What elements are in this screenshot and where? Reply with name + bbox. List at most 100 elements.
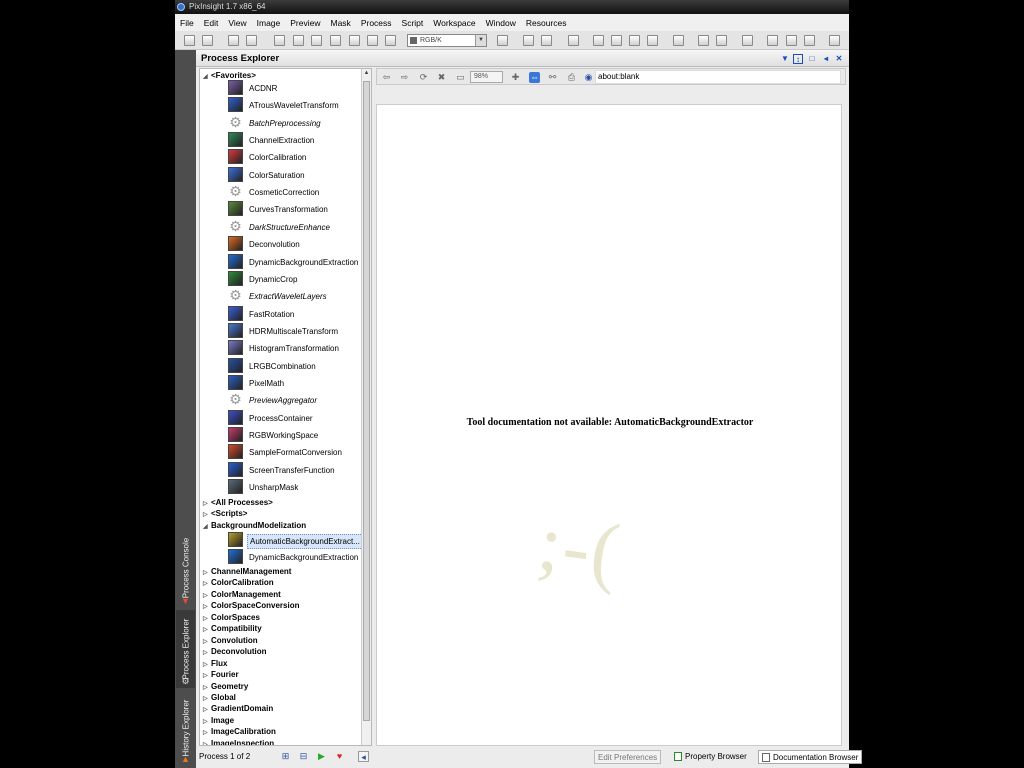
favorite-heart-icon[interactable]: ♥ xyxy=(334,751,345,762)
chevron-down-icon[interactable]: ▼ xyxy=(780,54,790,64)
tile-icon[interactable] xyxy=(629,35,640,46)
scroll-up-icon[interactable]: ▲ xyxy=(363,70,370,79)
tree-item-label: BatchPreprocessing xyxy=(249,118,321,128)
settings-toolbar-icon[interactable] xyxy=(829,35,840,46)
pin-icon[interactable]: ↕ xyxy=(793,54,803,64)
lightness-icon[interactable] xyxy=(593,35,604,46)
menu-mask[interactable]: Mask xyxy=(331,18,351,28)
menu-window[interactable]: Window xyxy=(486,18,516,28)
menu-workspace[interactable]: Workspace xyxy=(433,18,475,28)
tree-item-label: ScreenTransferFunction xyxy=(249,465,335,475)
tab-history-explorer[interactable]: History Explorer ▲ xyxy=(176,690,195,766)
tree-node-backgroundmodelization[interactable]: ◢ BackgroundModelization xyxy=(203,519,306,532)
category-label: ColorCalibration xyxy=(211,578,274,588)
zoom-out-icon[interactable]: ▭ xyxy=(455,72,466,83)
menu-view[interactable]: View xyxy=(228,18,246,28)
redo-icon[interactable] xyxy=(202,35,213,46)
category-label: ImageCalibration xyxy=(211,727,276,737)
gear-icon: ⚙ xyxy=(181,676,190,686)
expand-all-icon[interactable]: ⊞ xyxy=(280,751,291,762)
category-label: Fourier xyxy=(211,670,239,680)
undo-icon[interactable] xyxy=(184,35,195,46)
close-icon[interactable]: ✕ xyxy=(834,54,844,64)
zoom-spinbox[interactable]: 98% xyxy=(470,71,503,83)
panel-header: Process Explorer ▼ ↕ □ ◂ ✕ xyxy=(196,50,849,67)
readout-icon[interactable] xyxy=(349,35,360,46)
wavelet-icon xyxy=(228,97,243,113)
crop-icon xyxy=(228,270,243,286)
edit-preferences-button[interactable]: Edit Preferences xyxy=(594,750,662,764)
sync-icon[interactable]: ⇔ xyxy=(529,72,540,83)
menu-process[interactable]: Process xyxy=(361,18,392,28)
tree-item-label: CurvesTransformation xyxy=(249,205,328,215)
integer-resample-icon[interactable] xyxy=(804,35,815,46)
menu-resources[interactable]: Resources xyxy=(526,18,567,28)
reload-icon[interactable]: ⟳ xyxy=(418,72,429,83)
category-label: ColorManagement xyxy=(211,589,281,599)
category-label: GradientDomain xyxy=(211,704,274,714)
new-image-icon[interactable] xyxy=(228,35,239,46)
color-swatch-icon xyxy=(410,37,417,44)
link-icon[interactable]: ⚯ xyxy=(547,72,558,83)
green-channel-icon[interactable] xyxy=(541,35,552,46)
tree-scrollbar[interactable]: ▲ xyxy=(361,69,371,745)
stop-icon[interactable]: ✖ xyxy=(436,72,447,83)
scroll-thumb[interactable] xyxy=(363,81,370,721)
menu-preview[interactable]: Preview xyxy=(290,18,320,28)
histogram-icon xyxy=(228,340,243,356)
tree-item-label: PixelMath xyxy=(249,378,285,388)
dbe-icon xyxy=(228,549,243,564)
category-label: ImageInspection xyxy=(211,738,275,746)
unsharp-mask-icon xyxy=(228,479,243,495)
red-channel-icon[interactable] xyxy=(523,35,534,46)
tree-item-label: RGBWorkingSpace xyxy=(249,431,319,440)
zoom-out-icon[interactable] xyxy=(311,35,322,46)
forward-icon[interactable]: ⇨ xyxy=(399,72,410,83)
duplicate-icon[interactable] xyxy=(246,35,257,46)
documentation-message: Tool documentation not available: Automa… xyxy=(466,417,754,428)
documentation-browser-tab[interactable]: Documentation Browser xyxy=(758,750,863,764)
tree-item-label: FastRotation xyxy=(249,309,295,319)
stf-toolbar-icon[interactable] xyxy=(385,35,396,46)
flip-icon[interactable] xyxy=(742,35,753,46)
category-label: Image xyxy=(211,715,235,725)
chevron-down-icon: ▼ xyxy=(475,35,486,46)
channel-icon[interactable] xyxy=(497,35,508,46)
zoom-fit-icon[interactable] xyxy=(274,35,285,46)
tab-process-explorer[interactable]: Process Explorer ⚙ xyxy=(176,610,195,688)
tree-item-label: HDRMultiscaleTransform xyxy=(249,326,339,336)
tab-process-console[interactable]: Process Console ▼ xyxy=(176,528,195,608)
back-icon[interactable]: ⇦ xyxy=(381,72,392,83)
zoom-in-icon[interactable]: ✚ xyxy=(510,72,521,83)
tree-item-label: ACDNR xyxy=(249,84,278,93)
rotate-right-icon[interactable] xyxy=(716,35,727,46)
menu-script[interactable]: Script xyxy=(402,18,424,28)
collapse-all-icon[interactable]: ⊟ xyxy=(298,751,309,762)
property-browser-tab[interactable]: Property Browser xyxy=(671,750,750,764)
color-calibration-icon xyxy=(228,149,243,165)
menu-file[interactable]: File xyxy=(180,18,194,28)
rotate-left-icon[interactable] xyxy=(698,35,709,46)
blue-channel-icon[interactable] xyxy=(568,35,579,46)
expanded-triangle-icon: ◢ xyxy=(203,74,208,80)
print-icon[interactable]: ⎙ xyxy=(566,72,577,83)
iconize-icon[interactable] xyxy=(673,35,684,46)
tree-item-label: PreviewAggregator xyxy=(249,396,318,406)
menu-image[interactable]: Image xyxy=(257,18,281,28)
crop-toolbar-icon[interactable] xyxy=(767,35,778,46)
zoom-in-icon[interactable] xyxy=(293,35,304,46)
mask-icon[interactable] xyxy=(330,35,341,46)
tree-node-category[interactable]: ▷ ImageInspection xyxy=(203,737,275,746)
deconvolution-icon xyxy=(228,236,243,252)
preview-icon[interactable] xyxy=(367,35,378,46)
float-icon[interactable]: □ xyxy=(807,54,817,64)
execute-icon[interactable]: ▶ xyxy=(316,751,327,762)
url-field[interactable]: about:blank xyxy=(595,70,841,84)
resample-icon[interactable] xyxy=(786,35,797,46)
collapse-icon[interactable]: ◂ xyxy=(821,54,831,64)
collapse-left-icon[interactable]: ◂ xyxy=(358,751,369,762)
cascade-icon[interactable] xyxy=(647,35,658,46)
color-space-select[interactable]: RGB/K ▼ xyxy=(407,34,487,47)
window-icon[interactable] xyxy=(611,35,622,46)
menu-edit[interactable]: Edit xyxy=(204,18,219,28)
